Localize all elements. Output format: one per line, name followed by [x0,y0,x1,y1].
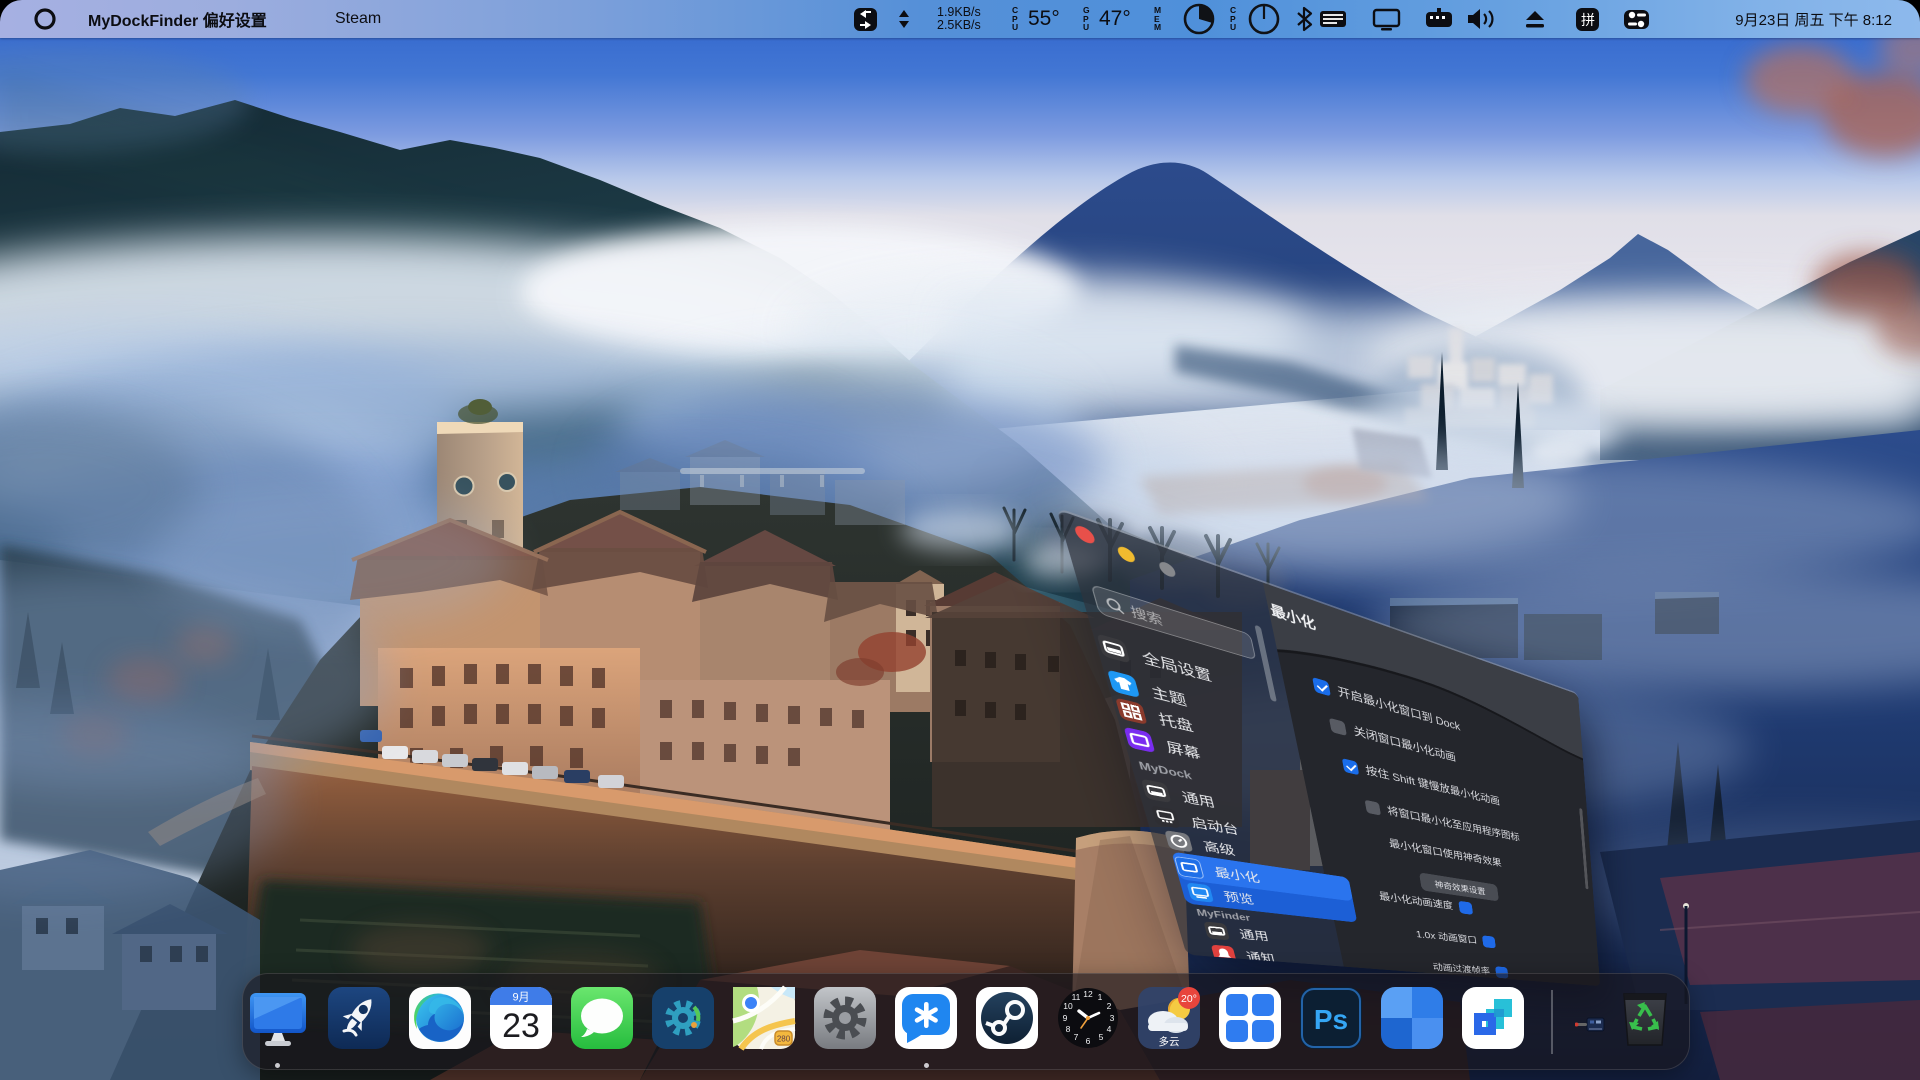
svg-text:7: 7 [1074,1032,1079,1042]
svg-text:拼: 拼 [1581,12,1595,28]
svg-text:280: 280 [777,1035,791,1044]
svg-text:1: 1 [1098,992,1103,1002]
svg-text:20°: 20° [1181,993,1197,1005]
svg-text:9: 9 [1063,1013,1068,1023]
svg-text:3: 3 [1110,1013,1115,1023]
svg-text:5: 5 [1099,1032,1104,1042]
svg-text:多云: 多云 [1159,1035,1180,1048]
svg-text:23: 23 [502,1007,540,1045]
svg-text:Ps: Ps [1314,1004,1348,1035]
svg-text:6: 6 [1086,1036,1091,1046]
svg-text:12: 12 [1083,989,1093,999]
svg-text:10: 10 [1063,1001,1073,1011]
svg-text:9月: 9月 [512,992,529,1004]
svg-text:4: 4 [1107,1024,1112,1034]
svg-text:2: 2 [1107,1001,1112,1011]
svg-text:8: 8 [1066,1024,1071,1034]
svg-text:11: 11 [1072,992,1081,1002]
